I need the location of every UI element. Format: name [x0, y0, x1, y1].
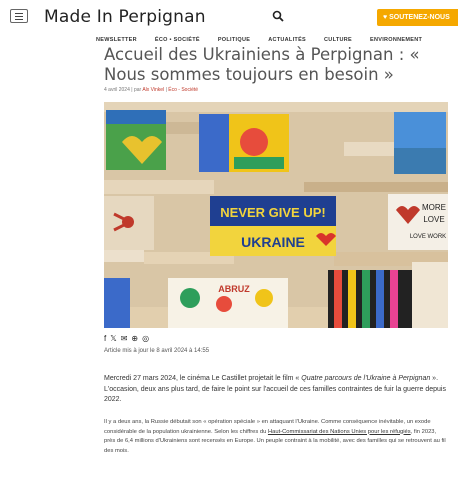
sign-love: LOVE: [423, 215, 444, 224]
updated-date: Article mis à jour le 8 avril 2024 à 14:…: [104, 348, 210, 354]
whatsapp-icon[interactable]: ◎: [142, 334, 149, 343]
facebook-icon[interactable]: f: [104, 334, 106, 343]
nav-item-politique[interactable]: POLITIQUE: [218, 37, 250, 43]
author-link[interactable]: Alx Vinkel: [142, 87, 164, 93]
share-bar: f 𝕏 ✉ ⊕ ◎: [104, 334, 149, 343]
article-intro: Mercredi 27 mars 2024, le cinéma Le Cast…: [104, 375, 446, 403]
sign-never-give-up: NEVER GIVE UP!: [220, 205, 325, 220]
category-link[interactable]: Éco - Société: [168, 87, 198, 93]
pinterest-icon[interactable]: ⊕: [131, 334, 138, 343]
unhcr-link[interactable]: Haut-Commissariat des Nations Unies pour…: [268, 429, 411, 435]
article-photo: NEVER GIVE UP! UKRAINE MORE LOVE LOVE WO…: [104, 102, 448, 328]
support-button[interactable]: ♥ SOUTENEZ-NOUS: [377, 9, 458, 26]
nav-item-actualites[interactable]: ACTUALITÉS: [268, 37, 306, 43]
email-icon[interactable]: ✉: [121, 334, 128, 343]
sign-love-work: LOVE WORK: [410, 234, 446, 240]
nav-item-newsletter[interactable]: NEWSLETTER: [96, 37, 137, 43]
sign-abruz: ABRUZ: [218, 284, 250, 294]
site-logo[interactable]: Made In Perpignan: [44, 7, 206, 27]
article-date: 4 avril 2024: [104, 87, 130, 93]
top-bar: Made In Perpignan ♥ SOUTENEZ-NOUS: [0, 0, 458, 34]
nav-item-culture[interactable]: CULTURE: [324, 37, 352, 43]
search-icon[interactable]: [272, 10, 284, 22]
sign-ukraine: UKRAINE: [241, 234, 305, 250]
main-nav: NEWSLETTER ÉCO • SOCIÉTÉ POLITIQUE ACTUA…: [96, 37, 422, 43]
hamburger-icon[interactable]: [10, 9, 28, 23]
article-paragraph: Il y a deux ans, la Russie débutait son …: [104, 419, 446, 454]
article-title: Accueil des Ukrainiens à Perpignan : « N…: [104, 45, 420, 84]
nav-item-eco-societe[interactable]: ÉCO • SOCIÉTÉ: [155, 37, 200, 43]
sign-more: MORE: [422, 203, 446, 212]
nav-item-environnement[interactable]: ENVIRONNEMENT: [370, 37, 422, 43]
article-byline: 4 avril 2024 | par Alx Vinkel | Éco - So…: [104, 87, 199, 93]
x-icon[interactable]: 𝕏: [110, 334, 116, 343]
